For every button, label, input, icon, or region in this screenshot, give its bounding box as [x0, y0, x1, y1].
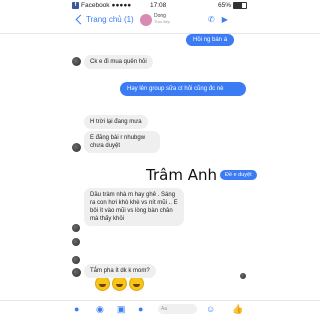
- status-battery: 65%: [218, 0, 248, 11]
- emoji-icon[interactable]: ☺: [206, 304, 215, 314]
- laughing-emoji-icon: [112, 276, 127, 291]
- status-carrier: f Facebook ●●●●●: [72, 0, 131, 11]
- shared-profile-button[interactable]: Đề e duyệt: [220, 170, 257, 180]
- sender-avatar[interactable]: [72, 238, 80, 246]
- more-options-icon[interactable]: ●: [74, 304, 79, 314]
- back-chevron-icon[interactable]: [75, 14, 86, 25]
- photo-icon[interactable]: ▣: [117, 304, 126, 315]
- like-icon[interactable]: 👍: [232, 304, 243, 315]
- phone-call-icon[interactable]: ✆: [208, 15, 215, 24]
- header-actions: ✆ ▶: [208, 15, 228, 24]
- battery-percent: 65%: [218, 2, 232, 9]
- status-bar: f Facebook ●●●●● 17:08 65%: [0, 0, 320, 11]
- contact-status: Trực tiếp: [154, 19, 170, 24]
- facebook-icon: f: [72, 2, 79, 9]
- message-bubble-outgoing[interactable]: Hồi ng bán á: [186, 34, 235, 46]
- contact-avatar[interactable]: [140, 14, 152, 26]
- back-button[interactable]: Trang chủ (1): [86, 15, 134, 24]
- carrier-label: Facebook: [81, 2, 110, 9]
- video-call-icon[interactable]: ▶: [222, 15, 228, 24]
- message-composer: ● ◉ ▣ ● Aa ☺ 👍: [0, 300, 320, 321]
- sender-avatar[interactable]: [72, 268, 81, 277]
- sender-avatar[interactable]: [72, 143, 81, 152]
- shared-profile-name: Trâm Anh: [146, 166, 217, 184]
- laughing-emoji-icon: [129, 276, 144, 291]
- message-input[interactable]: Aa: [158, 304, 197, 314]
- sender-avatar[interactable]: [72, 57, 81, 66]
- signal-dots: ●●●●●: [111, 2, 132, 9]
- camera-icon[interactable]: ◉: [96, 304, 104, 315]
- message-bubble-incoming[interactable]: E đăng bài r nhubgw chưa duyệt: [84, 131, 160, 154]
- message-bubble-incoming[interactable]: Tắm pha ít dk k mom?: [84, 264, 156, 279]
- message-bubble-incoming[interactable]: Ck e đi mua quên hỏi: [84, 55, 153, 70]
- laughing-emoji-icon: [95, 276, 110, 291]
- battery-icon: [233, 2, 248, 9]
- message-bubble-incoming[interactable]: H trời lại đang mưa: [84, 115, 148, 130]
- message-bubble-incoming[interactable]: Dầu tràm nhà m hay ghê . Sáng ra con hơi…: [84, 188, 184, 227]
- sender-avatar[interactable]: [72, 256, 80, 264]
- status-time: 17:08: [150, 2, 167, 9]
- emoji-reaction-row: [95, 276, 144, 291]
- conversation-header: Trang chủ (1) Dong Trực tiếp ✆ ▶: [0, 11, 320, 34]
- sender-avatar[interactable]: [72, 224, 80, 232]
- message-bubble-outgoing[interactable]: Hay lên group sữa ct hỏi cũng đc nè: [120, 82, 246, 97]
- read-receipt-avatar: [240, 273, 246, 279]
- microphone-icon[interactable]: ●: [138, 304, 143, 314]
